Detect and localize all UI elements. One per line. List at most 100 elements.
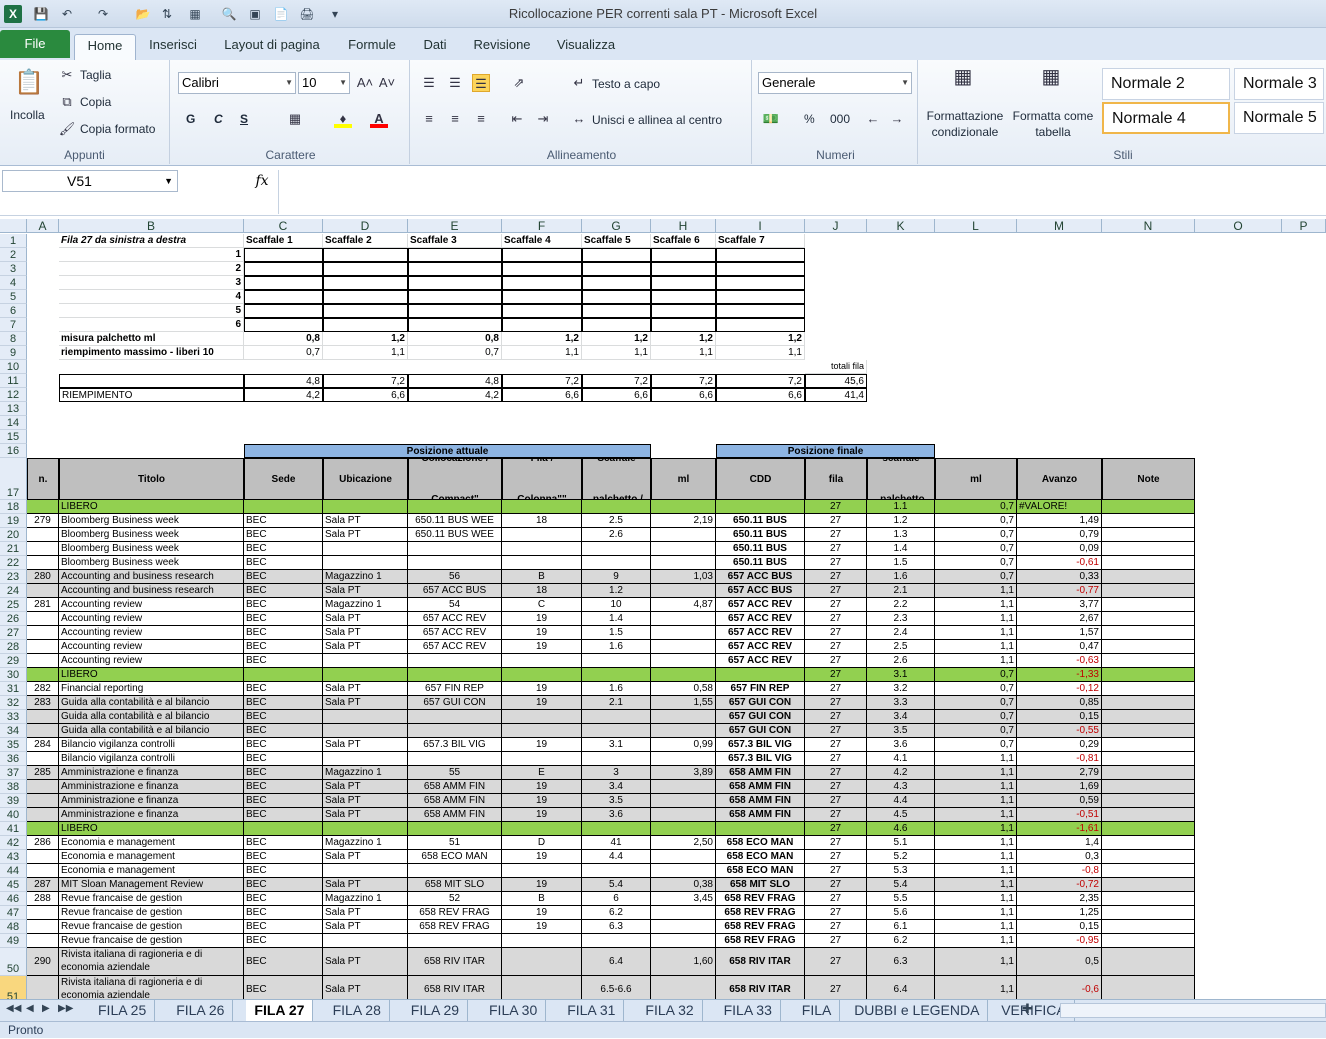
data-cell[interactable] [27,794,59,808]
data-cell[interactable]: BEC [244,836,323,850]
data-cell[interactable] [582,822,651,836]
italic-button[interactable]: C [214,112,223,126]
row-header[interactable]: 51 [0,976,27,999]
data-cell[interactable]: 285 [27,766,59,780]
data-cell[interactable] [1102,738,1195,752]
cut-button[interactable]: Taglia [80,68,111,82]
row-header[interactable]: 1 [0,234,27,248]
data-cell[interactable]: 3.5 [867,724,935,738]
sheet-title[interactable]: Fila 27 da sinistra a destra [59,234,244,248]
data-cell[interactable] [502,976,582,999]
row12-value[interactable]: 6,6 [323,388,408,402]
data-cell[interactable]: Magazzino 1 [323,892,408,906]
data-cell[interactable] [1102,598,1195,612]
data-cell[interactable]: Bloomberg Business week [59,514,244,528]
data-cell[interactable]: 282 [27,682,59,696]
data-cell[interactable]: 1.1 [867,500,935,514]
data-cell[interactable]: 2.2 [867,598,935,612]
data-cell[interactable] [323,752,408,766]
row-header[interactable]: 43 [0,850,27,864]
data-cell[interactable]: 19 [502,850,582,864]
data-cell[interactable]: BEC [244,528,323,542]
data-cell[interactable]: BEC [244,850,323,864]
data-cell[interactable]: 658 REV FRAG [716,920,805,934]
data-cell[interactable] [582,752,651,766]
prev-sheet-icon[interactable]: ◀ [26,1003,34,1014]
data-cell[interactable] [27,920,59,934]
data-cell[interactable] [408,542,502,556]
riempimento-max-value[interactable]: 1,1 [651,346,716,360]
row11-value[interactable]: 7,2 [582,374,651,388]
data-cell[interactable]: 27 [805,976,867,999]
tab-layout[interactable]: Layout di pagina [214,34,330,60]
data-cell[interactable]: Guida alla contabilità e al bilancio [59,724,244,738]
data-cell[interactable]: 27 [805,682,867,696]
shelf-slot[interactable] [651,262,716,276]
sheet-tab-fila-32[interactable]: FILA 32 [637,1000,703,1021]
data-cell[interactable]: 1,1 [935,654,1017,668]
misura-value[interactable]: 1,2 [582,332,651,346]
data-cell[interactable]: 658 AMM FIN [716,808,805,822]
posizione-attuale-header[interactable]: Posizione attuale [244,444,651,458]
data-cell[interactable] [1102,542,1195,556]
column-header-m[interactable]: M [1017,219,1102,233]
data-cell[interactable] [408,822,502,836]
data-cell[interactable]: Economia e management [59,850,244,864]
data-cell[interactable]: 5.1 [867,836,935,850]
data-cell[interactable]: 0,3 [1017,850,1102,864]
font-name-select[interactable]: Calibri ▼ [178,72,296,94]
data-cell[interactable]: 657 ACC REV [408,612,502,626]
column-header-b[interactable]: B [59,219,244,233]
data-cell[interactable] [651,528,716,542]
row-header[interactable]: 11 [0,374,27,388]
data-cell[interactable]: 1,1 [935,766,1017,780]
data-cell[interactable]: BEC [244,696,323,710]
data-cell[interactable]: 0,09 [1017,542,1102,556]
tab-formule[interactable]: Formule [338,34,406,60]
data-cell[interactable]: BEC [244,934,323,948]
paste-icon[interactable]: 📋 [14,68,44,98]
data-cell[interactable]: 1,1 [935,948,1017,976]
data-cell[interactable]: 1.2 [582,584,651,598]
data-cell[interactable]: 0,15 [1017,710,1102,724]
misura-value[interactable]: 0,8 [408,332,502,346]
data-cell[interactable]: 27 [805,654,867,668]
column-title[interactable]: Collocazione / Compact" [408,458,502,500]
row-header[interactable]: 48 [0,920,27,934]
row-header[interactable]: 32 [0,696,27,710]
data-cell[interactable]: BEC [244,598,323,612]
data-cell[interactable]: 19 [502,920,582,934]
data-cell[interactable] [1102,584,1195,598]
data-cell[interactable]: 2.1 [582,696,651,710]
data-cell[interactable]: 2.5 [582,514,651,528]
data-cell[interactable] [1102,696,1195,710]
shelf-header[interactable]: Scaffale 2 [323,234,408,248]
data-cell[interactable]: Sala PT [323,738,408,752]
riempimento-label[interactable]: RIEMPIMENTO [59,388,244,402]
data-cell[interactable] [651,794,716,808]
row-header[interactable]: 13 [0,402,27,416]
data-cell[interactable]: 650.11 BUS [716,514,805,528]
data-cell[interactable]: -1,61 [1017,822,1102,836]
shelf-slot[interactable] [502,248,582,262]
number-format-select[interactable]: Generale ▼ [758,72,912,94]
data-cell[interactable]: 2,50 [651,836,716,850]
shelf-slot[interactable] [323,318,408,332]
data-cell[interactable] [323,542,408,556]
shelf-slot[interactable] [408,262,502,276]
shelf-slot[interactable] [582,318,651,332]
data-cell[interactable]: 27 [805,556,867,570]
shelf-slot[interactable] [716,262,805,276]
row11-value[interactable]: 7,2 [651,374,716,388]
data-cell[interactable]: 1,55 [651,696,716,710]
data-cell[interactable]: 3,89 [651,766,716,780]
data-cell[interactable]: 3.1 [867,668,935,682]
borders-icon[interactable]: ▦ [286,110,304,128]
data-cell[interactable]: 1,1 [935,626,1017,640]
style-normale-2[interactable]: Normale 2 [1102,68,1230,100]
data-cell[interactable]: 0,79 [1017,528,1102,542]
shelf-slot[interactable] [716,276,805,290]
column-title[interactable]: Fila / Colonna"" [502,458,582,500]
last-sheet-icon[interactable]: ▶▶ [58,1003,73,1014]
row-header[interactable]: 19 [0,514,27,528]
